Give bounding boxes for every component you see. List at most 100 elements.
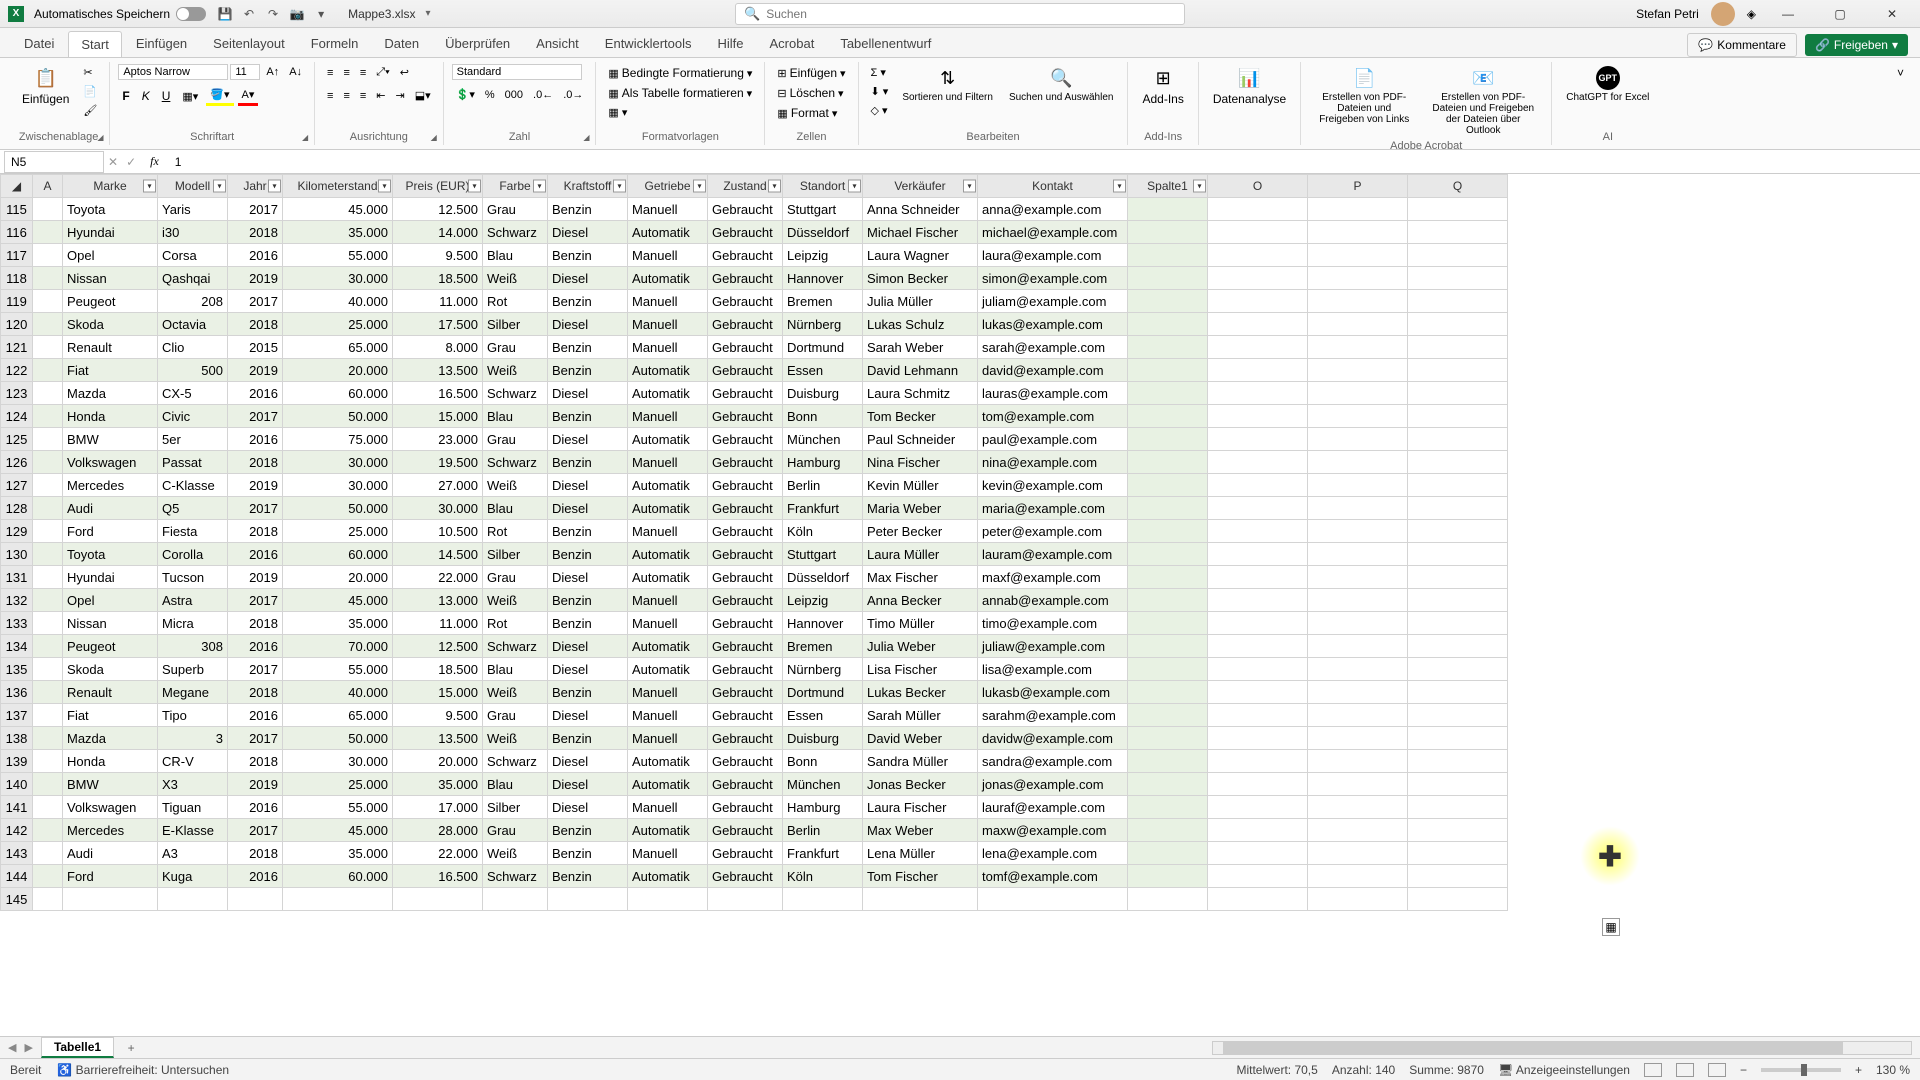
copy-icon[interactable]: 📄 — [79, 83, 101, 100]
cell[interactable]: Schwarz — [483, 221, 548, 244]
format-painter-icon[interactable]: 🖌 — [79, 102, 101, 119]
cell[interactable]: 13.500 — [393, 727, 483, 750]
cell[interactable]: Gebraucht — [708, 428, 783, 451]
cell[interactable] — [1128, 635, 1208, 658]
cell[interactable] — [1128, 681, 1208, 704]
cell[interactable]: 60.000 — [283, 865, 393, 888]
cell[interactable] — [33, 198, 63, 221]
cell[interactable] — [708, 888, 783, 911]
clear-icon[interactable]: ◇ ▾ — [867, 102, 893, 119]
row-header[interactable]: 135 — [1, 658, 33, 681]
cell[interactable]: Stuttgart — [783, 198, 863, 221]
cell[interactable]: Diesel — [548, 428, 628, 451]
cell[interactable]: Automatik — [628, 773, 708, 796]
cell[interactable]: Diesel — [548, 704, 628, 727]
cell[interactable] — [1408, 428, 1508, 451]
cell[interactable] — [33, 796, 63, 819]
row-header[interactable]: 133 — [1, 612, 33, 635]
row-header[interactable]: 143 — [1, 842, 33, 865]
cell[interactable] — [1208, 497, 1308, 520]
row-header[interactable]: 136 — [1, 681, 33, 704]
cell[interactable]: 500 — [158, 359, 228, 382]
decrease-font-icon[interactable]: A↓ — [285, 64, 306, 80]
cell[interactable] — [1308, 382, 1408, 405]
row-header[interactable]: 138 — [1, 727, 33, 750]
cell[interactable] — [33, 612, 63, 635]
cell[interactable] — [1128, 221, 1208, 244]
minimize-button[interactable]: — — [1768, 1, 1808, 27]
filter-icon[interactable]: ▾ — [533, 180, 546, 193]
zoom-slider[interactable] — [1761, 1068, 1841, 1072]
cell[interactable]: 2016 — [228, 382, 283, 405]
cell[interactable]: Honda — [63, 750, 158, 773]
align-middle-icon[interactable]: ≡ — [339, 64, 353, 81]
cell[interactable]: Passat — [158, 451, 228, 474]
cell[interactable]: Lena Müller — [863, 842, 978, 865]
cell[interactable]: Manuell — [628, 681, 708, 704]
cell[interactable]: Benzin — [548, 865, 628, 888]
cell[interactable]: lauraf@example.com — [978, 796, 1128, 819]
cell[interactable]: Max Fischer — [863, 566, 978, 589]
cell[interactable] — [1128, 543, 1208, 566]
cell[interactable]: Laura Wagner — [863, 244, 978, 267]
col-header-Kraftstoff[interactable]: Kraftstoff▾ — [548, 175, 628, 198]
cell[interactable]: Megane — [158, 681, 228, 704]
cell[interactable]: Laura Müller — [863, 543, 978, 566]
cell[interactable]: 12.500 — [393, 635, 483, 658]
cell[interactable]: sarahm@example.com — [978, 704, 1128, 727]
cell[interactable] — [1308, 359, 1408, 382]
cell[interactable]: 20.000 — [283, 566, 393, 589]
cell[interactable]: Laura Schmitz — [863, 382, 978, 405]
cell[interactable] — [863, 888, 978, 911]
cell[interactable] — [1408, 865, 1508, 888]
cell[interactable]: Manuell — [628, 198, 708, 221]
cell[interactable] — [33, 290, 63, 313]
cell[interactable]: Audi — [63, 497, 158, 520]
cell[interactable]: Gebraucht — [708, 290, 783, 313]
cell[interactable] — [1208, 474, 1308, 497]
cell[interactable]: München — [783, 773, 863, 796]
cell[interactable]: Diesel — [548, 382, 628, 405]
cell[interactable]: Tom Becker — [863, 405, 978, 428]
cell[interactable]: Octavia — [158, 313, 228, 336]
cell[interactable]: 35.000 — [393, 773, 483, 796]
cell[interactable]: Diesel — [548, 267, 628, 290]
cell[interactable]: 208 — [158, 290, 228, 313]
cell[interactable]: Volkswagen — [63, 451, 158, 474]
select-all-cell[interactable]: ◢ — [1, 175, 33, 198]
cell[interactable] — [1308, 612, 1408, 635]
cell[interactable]: Gebraucht — [708, 704, 783, 727]
cell[interactable]: Mercedes — [63, 474, 158, 497]
cell[interactable] — [1308, 704, 1408, 727]
cell[interactable]: lisa@example.com — [978, 658, 1128, 681]
cell[interactable]: Diesel — [548, 635, 628, 658]
cell[interactable]: Mercedes — [63, 819, 158, 842]
cell[interactable] — [1408, 750, 1508, 773]
cell[interactable]: Nürnberg — [783, 658, 863, 681]
cell[interactable]: Duisburg — [783, 727, 863, 750]
cell[interactable] — [1208, 888, 1308, 911]
cell[interactable]: Schwarz — [483, 635, 548, 658]
cell[interactable]: Weiß — [483, 842, 548, 865]
cell[interactable]: Dortmund — [783, 336, 863, 359]
cell[interactable]: Benzin — [548, 405, 628, 428]
col-header-P[interactable]: P — [1308, 175, 1408, 198]
cell[interactable]: 2018 — [228, 842, 283, 865]
cell[interactable]: Weiß — [483, 359, 548, 382]
cell[interactable]: 2016 — [228, 865, 283, 888]
cell[interactable]: Gebraucht — [708, 819, 783, 842]
cell[interactable] — [393, 888, 483, 911]
cell[interactable] — [1128, 819, 1208, 842]
cell[interactable]: 2017 — [228, 290, 283, 313]
cell[interactable] — [1308, 727, 1408, 750]
row-header[interactable]: 128 — [1, 497, 33, 520]
cell[interactable]: Gebraucht — [708, 382, 783, 405]
cell[interactable]: 30.000 — [283, 474, 393, 497]
row-header[interactable]: 125 — [1, 428, 33, 451]
col-header-Marke[interactable]: Marke▾ — [63, 175, 158, 198]
cell[interactable] — [1128, 589, 1208, 612]
autosum-icon[interactable]: Σ ▾ — [867, 64, 893, 81]
row-header[interactable]: 140 — [1, 773, 33, 796]
chatgpt-button[interactable]: GPTChatGPT for Excel — [1560, 64, 1655, 105]
col-header-O[interactable]: O — [1208, 175, 1308, 198]
